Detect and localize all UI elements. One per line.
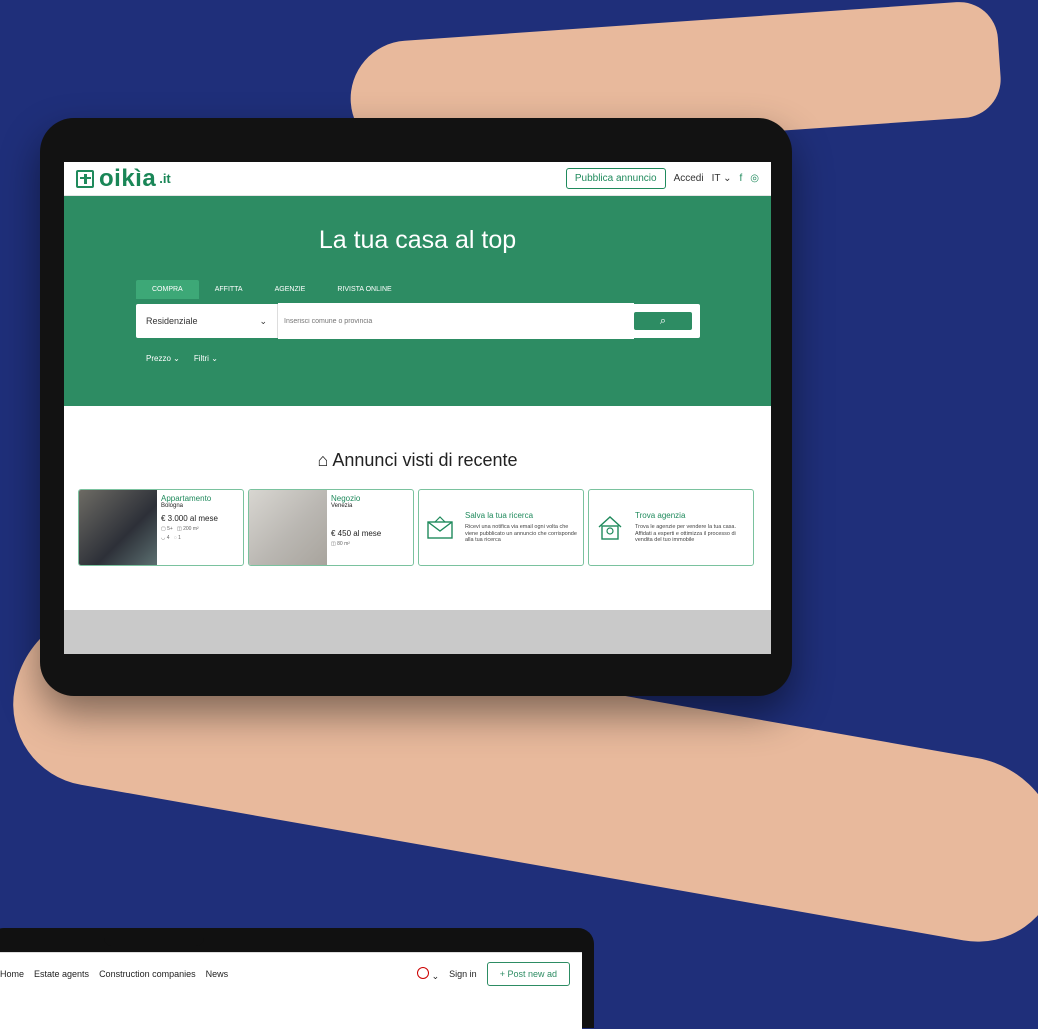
save-search-title: Salva la tua ricerca <box>465 510 534 520</box>
camera-notch <box>104 928 204 946</box>
tab-rivista-online[interactable]: RIVISTA ONLINE <box>321 280 407 299</box>
top-bar: oikìa .it Pubblica annuncio Accedi IT ⌄ f… <box>64 162 771 196</box>
listing-type: Appartamento <box>161 494 212 503</box>
listing-bath: 4 <box>166 535 170 541</box>
agency-house-icon <box>595 511 625 545</box>
filter-bar: Prezzo ⌄ Filtri ⌄ <box>146 354 218 363</box>
house-logo-icon <box>76 169 94 188</box>
envelope-icon <box>425 511 455 545</box>
listing-details: Negozio Venezia € 450 al mese ◫ 80 m² <box>327 490 413 565</box>
tablet-frame: oikìa .it Pubblica annuncio Accedi IT ⌄ f… <box>40 118 792 696</box>
recent-listings-title: ⌂ Annunci visti di recente <box>64 450 771 471</box>
header-actions: Pubblica annuncio Accedi IT ⌄ f ◎ <box>565 168 759 189</box>
chevron-down-icon: ⌄ <box>431 970 440 981</box>
listing-city: Venezia <box>331 503 353 509</box>
area-icon: ◫ <box>177 526 182 532</box>
save-search-text: Salva la tua ricerca Ricevi una notifica… <box>465 511 577 545</box>
price-filter[interactable]: Prezzo ⌄ <box>146 354 180 363</box>
tablet-screen: oikìa .it Pubblica annuncio Accedi IT ⌄ f… <box>64 162 771 654</box>
listing-price: € 3.000 al mese <box>161 514 218 523</box>
listing-area: 200 m² <box>183 526 199 532</box>
search-tabs: COMPRA AFFITTA AGENZIE RIVISTA ONLINE <box>136 280 408 299</box>
nav-construction-companies[interactable]: Construction companies <box>99 969 196 979</box>
save-search-card[interactable]: Salva la tua ricerca Ricevi una notifica… <box>418 489 584 566</box>
listing-floors: 1 <box>178 535 181 541</box>
listing-card[interactable]: Appartamento Bologna € 3.000 al mese ▢ 5… <box>78 489 244 566</box>
sign-in-link[interactable]: Sign in <box>449 969 477 979</box>
property-type-select[interactable]: Residenziale ⌄ <box>136 304 278 338</box>
area-icon: ◫ <box>331 541 336 547</box>
listing-details: Appartamento Bologna € 3.000 al mese ▢ 5… <box>157 490 243 565</box>
listing-rooms: 5+ <box>167 526 173 532</box>
brand-tld: .it <box>159 171 171 186</box>
find-agency-title: Trova agenzia <box>635 510 686 520</box>
find-agency-card[interactable]: Trova agenzia Trova le agenzie per vende… <box>588 489 754 566</box>
facebook-icon[interactable]: f <box>739 173 742 184</box>
post-new-ad-button[interactable]: + Post new ad <box>486 962 570 986</box>
listing-meta-2: ◡ 4 ◌ 1 <box>161 535 239 541</box>
home-icon: ⌂ <box>317 450 329 470</box>
listing-meta: ▢ 5+ ◫ 200 m² <box>161 526 239 532</box>
brand-name: oikìa <box>99 164 157 192</box>
post-ad-button[interactable]: Pubblica annuncio <box>565 168 666 189</box>
nav-estate-agents[interactable]: Estate agents <box>34 969 89 979</box>
brand-logo[interactable]: oikìa .it <box>76 165 171 193</box>
listing-city: Bologna <box>161 503 184 509</box>
instagram-icon[interactable]: ◎ <box>750 173 759 184</box>
laptop-screen: Home Estate agents Construction companie… <box>0 952 582 1029</box>
language-selector[interactable]: ⌄ <box>416 966 440 982</box>
property-type-value: Residenziale <box>146 316 198 326</box>
page-footer <box>64 610 771 654</box>
find-agency-description: Trova le agenzie per vendere la tua casa… <box>635 523 736 544</box>
search-box: Residenziale ⌄ ⌕ <box>136 303 700 339</box>
search-button[interactable]: ⌕ <box>634 312 692 330</box>
chevron-down-icon: ⌄ <box>211 354 218 363</box>
hero-banner: La tua casa al top COMPRA AFFITTA AGENZI… <box>64 196 771 406</box>
save-search-description: Ricevi una notifica via email ogni volta… <box>465 523 577 544</box>
language-code: IT <box>711 173 721 184</box>
nav-news[interactable]: News <box>206 969 229 979</box>
listing-photo <box>249 490 327 565</box>
listing-area: 80 m² <box>337 541 350 547</box>
tab-agenzie[interactable]: AGENZIE <box>259 280 322 299</box>
bath-icon: ◡ <box>161 535 166 541</box>
rooms-icon: ▢ <box>161 526 166 532</box>
location-search-input[interactable] <box>278 303 634 339</box>
listing-card[interactable]: Negozio Venezia € 450 al mese ◫ 80 m² <box>248 489 414 566</box>
chevron-down-icon: ⌄ <box>259 315 267 326</box>
more-filters-label: Filtri <box>193 354 209 363</box>
hero-title: La tua casa al top <box>318 226 517 254</box>
recent-listings-label: Annunci visti di recente <box>332 450 518 470</box>
search-icon: ⌕ <box>659 314 667 327</box>
chevron-down-icon: ⌄ <box>173 354 180 363</box>
globe-icon <box>416 966 429 979</box>
more-filters[interactable]: Filtri ⌄ <box>194 354 218 363</box>
tab-affitta[interactable]: AFFITTA <box>199 280 259 299</box>
listing-meta: ◫ 80 m² <box>331 541 409 547</box>
login-link[interactable]: Accedi <box>674 173 704 184</box>
laptop-frame: Home Estate agents Construction companie… <box>0 928 594 1029</box>
laptop-nav: Home Estate agents Construction companie… <box>0 953 582 995</box>
recent-listings: Appartamento Bologna € 3.000 al mese ▢ 5… <box>78 489 758 566</box>
nav-home[interactable]: Home <box>0 969 24 979</box>
price-filter-label: Prezzo <box>146 354 171 363</box>
chevron-down-icon: ⌄ <box>723 173 732 184</box>
listing-type: Negozio <box>331 494 361 503</box>
floor-icon: ◌ <box>173 535 177 541</box>
listing-price: € 450 al mese <box>331 529 382 538</box>
tab-compra[interactable]: COMPRA <box>136 280 199 299</box>
find-agency-text: Trova agenzia Trova le agenzie per vende… <box>635 511 747 545</box>
listing-photo <box>79 490 157 565</box>
language-selector[interactable]: IT ⌄ <box>712 173 732 184</box>
